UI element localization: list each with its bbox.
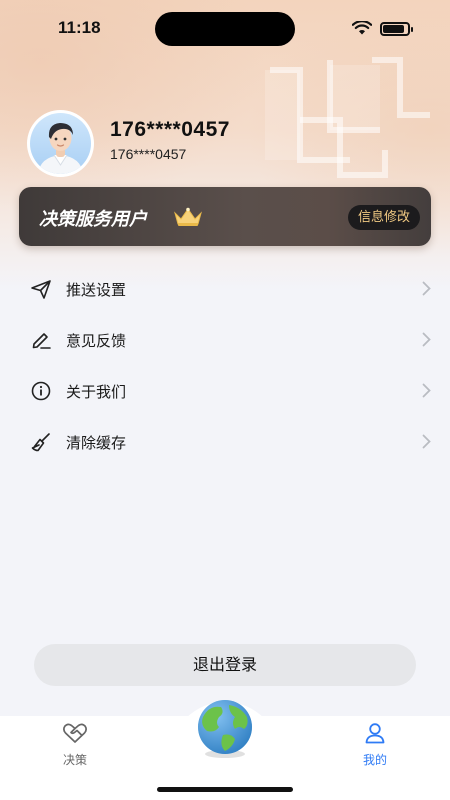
tab-label: 我的 [362,753,387,767]
menu-item-label: 关于我们 [66,383,127,401]
chevron-right-icon [422,434,431,449]
chevron-right-icon [422,383,431,398]
menu-item-label: 推送设置 [66,281,127,299]
menu-item-label: 清除缓存 [66,434,127,452]
status-time: 11:18 [58,18,101,37]
crown-icon [174,207,202,226]
paper-plane-icon [31,280,51,299]
menu-item-about-us[interactable]: 关于我们 [0,365,450,416]
chevron-right-icon [422,332,431,347]
menu-item-feedback[interactable]: 意见反馈 [0,314,450,365]
menu-item-push-settings[interactable]: 推送设置 [0,263,450,314]
pen-icon [32,333,51,349]
globe-icon[interactable] [189,699,261,759]
chevron-right-icon [422,281,431,296]
settings-menu: 推送设置 意见反馈 关于我们 清除缓存 [0,263,450,467]
logout-button[interactable]: 退出登录 [34,644,416,686]
vip-title: 决策服务用户 [39,209,147,230]
handshake-icon [63,723,87,743]
home-indicator [157,787,293,792]
tab-decision[interactable]: 决策 [45,722,105,768]
person-icon [365,723,385,744]
tab-mine[interactable]: 我的 [345,722,405,768]
status-bar: 11:18 [0,0,450,58]
battery-icon [380,22,413,36]
edit-info-button[interactable]: 信息修改 [347,205,420,230]
tab-label: 决策 [62,753,87,767]
menu-item-label: 意见反馈 [66,332,127,350]
avatar-image [38,123,83,174]
avatar[interactable] [27,110,94,177]
user-phone-secondary: 176****0457 [110,146,187,162]
wifi-icon [352,21,372,35]
vip-card: 决策服务用户 信息修改 [19,187,431,246]
menu-item-clear-cache[interactable]: 清除缓存 [0,416,450,467]
dynamic-island [155,12,295,46]
broom-icon [31,433,50,452]
info-icon [31,381,51,401]
user-phone: 176****0457 [110,118,230,141]
